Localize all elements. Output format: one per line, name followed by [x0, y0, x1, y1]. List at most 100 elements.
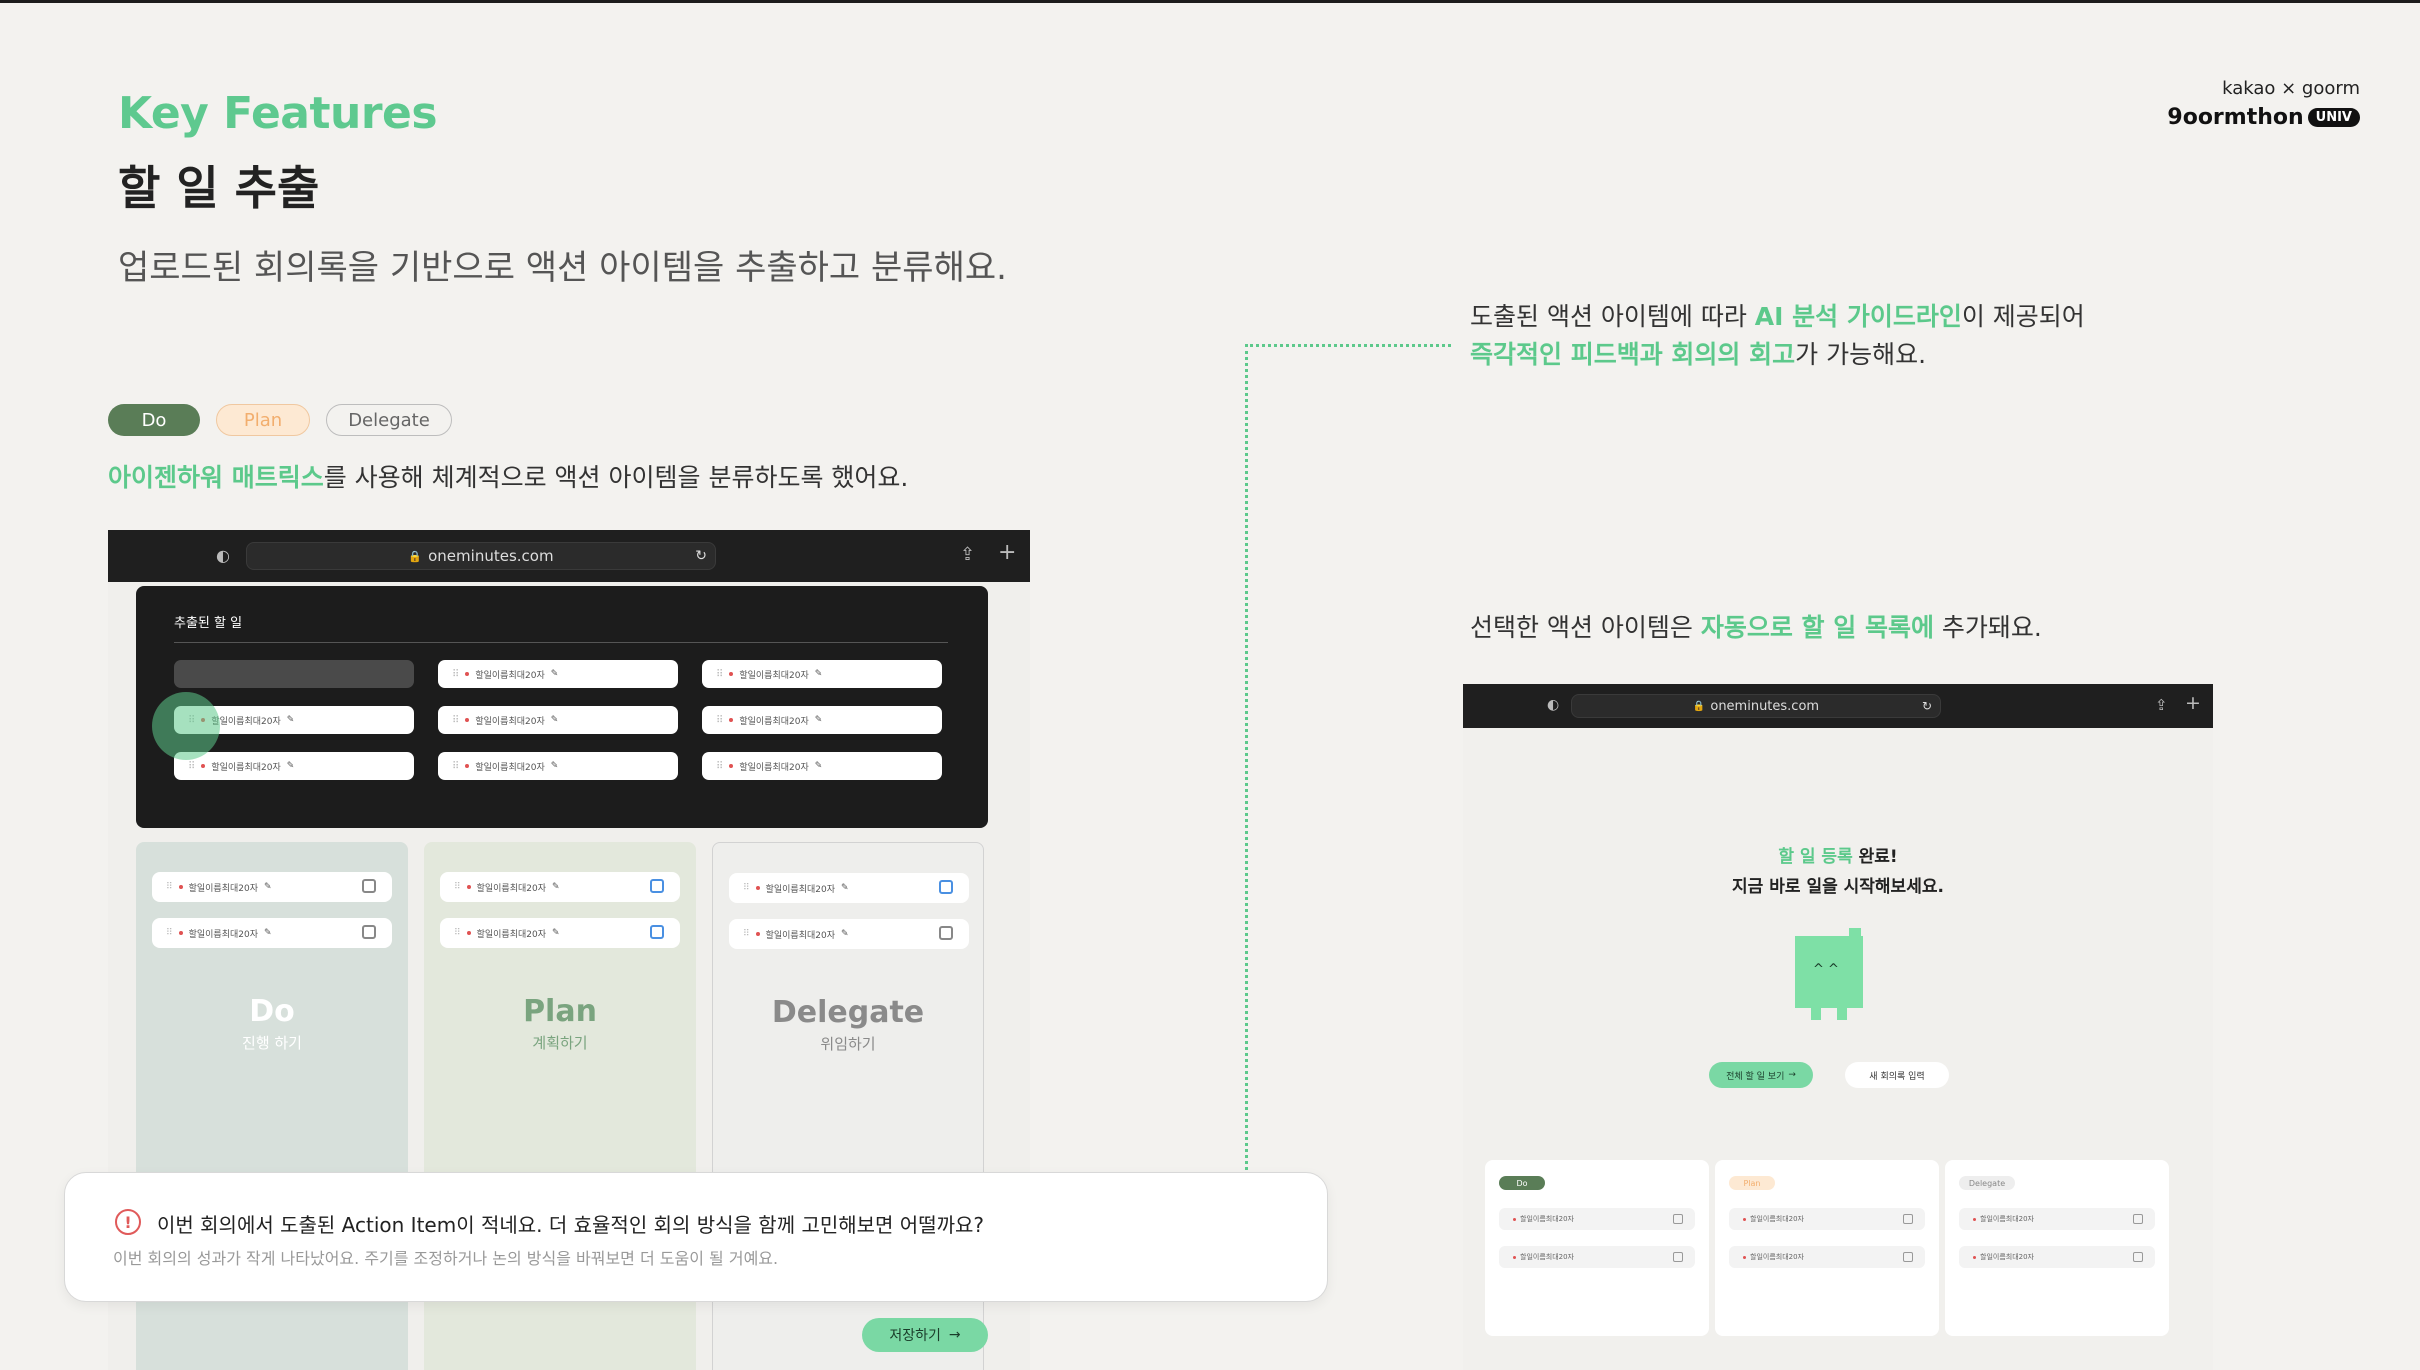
calendar-icon[interactable] [939, 880, 953, 894]
address-bar[interactable]: 🔒 oneminutes.com ↻ [246, 542, 716, 570]
column-task-card[interactable]: ⠿ 할일이름최대20자 ✎ [729, 873, 969, 903]
edit-icon[interactable]: ✎ [815, 761, 823, 771]
save-button[interactable]: 저장하기 → [862, 1318, 988, 1352]
grip-icon[interactable]: ⠿ [454, 882, 461, 892]
grip-icon[interactable]: ⠿ [716, 669, 723, 680]
mini-task-card[interactable]: 할일이름최대20자 [1499, 1246, 1695, 1268]
chip-delegate: Delegate [326, 404, 452, 436]
task-pill[interactable]: ⠿ 할일이름최대20자 ✎ [702, 752, 942, 780]
column-task-card[interactable]: ⠿ 할일이름최대20자 ✎ [729, 919, 969, 949]
mini-task-card[interactable]: 할일이름최대20자 [1959, 1208, 2155, 1230]
calendar-icon[interactable] [362, 925, 376, 939]
task-label: 할일이름최대20자 [211, 716, 281, 727]
grip-icon[interactable]: ⠿ [166, 882, 173, 892]
edit-icon[interactable]: ✎ [552, 882, 560, 892]
grip-icon[interactable]: ⠿ [743, 929, 750, 939]
desc-highlight: 자동으로 할 일 목록에 [1700, 613, 1934, 642]
grip-icon[interactable]: ⠿ [188, 761, 195, 772]
extracted-tasks-panel: 추출된 할 일 ⠿ 할일이름최대20자 ✎ ⠿ 할일이름최대20자 ✎ ⠿ 할일이름최대2… [136, 586, 988, 828]
checkbox[interactable] [2133, 1214, 2143, 1224]
done-heading: 할 일 등록 완료! [1463, 842, 2213, 867]
calendar-icon[interactable] [939, 926, 953, 940]
warning-icon: ! [115, 1209, 141, 1235]
brand-name: 9oormthon [2167, 105, 2304, 130]
calendar-icon[interactable] [362, 879, 376, 893]
priority-dot [178, 885, 183, 889]
new-tab-icon[interactable]: + [2185, 692, 2201, 714]
grip-icon[interactable]: ⠿ [452, 761, 459, 772]
task-pill[interactable]: ⠿ 할일이름최대20자 ✎ [702, 706, 942, 734]
calendar-icon[interactable] [650, 879, 664, 893]
mini-task-card[interactable]: 할일이름최대20자 [1499, 1208, 1695, 1230]
checkbox[interactable] [1673, 1252, 1683, 1262]
shield-icon[interactable]: ◐ [1547, 697, 1559, 713]
column-task-card[interactable]: ⠿ 할일이름최대20자 ✎ [440, 918, 680, 948]
edit-icon[interactable]: ✎ [264, 882, 272, 892]
priority-dot [466, 931, 471, 935]
task-label: 할일이름최대20자 [739, 716, 809, 727]
priority-dot [755, 932, 760, 936]
new-minutes-button[interactable]: 새 회의록 입력 [1845, 1062, 1949, 1088]
checkbox[interactable] [1903, 1252, 1913, 1262]
mascot-face: ^ ^ [1813, 962, 1839, 977]
shield-icon[interactable]: ◐ [216, 546, 230, 565]
drag-placeholder [174, 660, 414, 688]
checkbox[interactable] [1903, 1214, 1913, 1224]
grip-icon[interactable]: ⠿ [452, 669, 459, 680]
task-pill[interactable]: ⠿ 할일이름최대20자 ✎ [174, 752, 414, 780]
mini-task-card[interactable]: 할일이름최대20자 [1959, 1246, 2155, 1268]
reload-icon[interactable]: ↻ [1922, 699, 1932, 713]
grip-icon[interactable]: ⠿ [166, 928, 173, 938]
edit-icon[interactable]: ✎ [551, 761, 559, 771]
calendar-icon[interactable] [650, 925, 664, 939]
edit-icon[interactable]: ✎ [841, 883, 849, 893]
share-icon[interactable]: ⇪ [2155, 696, 2168, 714]
edit-icon[interactable]: ✎ [264, 928, 272, 938]
task-label: 할일이름최대20자 [1750, 1215, 1804, 1223]
task-label: 할일이름최대20자 [1520, 1253, 1574, 1261]
task-label: 할일이름최대20자 [739, 670, 809, 681]
task-label: 할일이름최대20자 [475, 762, 545, 773]
brand-line2: 9oormthon UNIV [2167, 105, 2360, 130]
grip-icon[interactable]: ⠿ [454, 928, 461, 938]
edit-icon[interactable]: ✎ [815, 669, 823, 679]
column-title: Do [249, 994, 295, 1029]
page-title: 할 일 추출 [118, 161, 320, 215]
view-all-tasks-button[interactable]: 전체 할 일 보기 → [1709, 1062, 1813, 1088]
task-pill[interactable]: ⠿ 할일이름최대20자 ✎ [438, 752, 678, 780]
task-pill[interactable]: ⠿ 할일이름최대20자 ✎ [438, 660, 678, 688]
new-tab-icon[interactable]: + [998, 540, 1016, 565]
category-chips: Do Plan Delegate [108, 404, 452, 436]
edit-icon[interactable]: ✎ [551, 715, 559, 725]
priority-dot [465, 718, 470, 722]
checkbox[interactable] [1673, 1214, 1683, 1224]
column-task-card[interactable]: ⠿ 할일이름최대20자 ✎ [152, 872, 392, 902]
priority-dot [1743, 1255, 1746, 1259]
edit-icon[interactable]: ✎ [552, 928, 560, 938]
mini-task-card[interactable]: 할일이름최대20자 [1729, 1246, 1925, 1268]
mascot-leg [1811, 1008, 1821, 1020]
checkbox[interactable] [2133, 1252, 2143, 1262]
share-icon[interactable]: ⇪ [960, 544, 975, 565]
edit-icon[interactable]: ✎ [287, 761, 295, 771]
grip-icon[interactable]: ⠿ [452, 715, 459, 726]
grip-icon[interactable]: ⠿ [716, 761, 723, 772]
arrow-right-icon: → [948, 1327, 961, 1343]
ai-guideline-description: 도출된 액션 아이템에 따라 AI 분석 가이드라인이 제공되어 즉각적인 피드… [1470, 298, 2085, 374]
address-bar[interactable]: 🔒 oneminutes.com ↻ [1571, 694, 1941, 718]
chip-plan: Plan [216, 404, 310, 436]
grip-icon[interactable]: ⠿ [716, 715, 723, 726]
edit-icon[interactable]: ✎ [815, 715, 823, 725]
priority-dot [465, 672, 470, 676]
edit-icon[interactable]: ✎ [287, 715, 295, 725]
task-label: 할일이름최대20자 [476, 883, 547, 894]
edit-icon[interactable]: ✎ [551, 669, 559, 679]
column-task-card[interactable]: ⠿ 할일이름최대20자 ✎ [440, 872, 680, 902]
task-pill[interactable]: ⠿ 할일이름최대20자 ✎ [438, 706, 678, 734]
mini-task-card[interactable]: 할일이름최대20자 [1729, 1208, 1925, 1230]
reload-icon[interactable]: ↻ [695, 548, 707, 564]
grip-icon[interactable]: ⠿ [743, 883, 750, 893]
task-pill[interactable]: ⠿ 할일이름최대20자 ✎ [702, 660, 942, 688]
edit-icon[interactable]: ✎ [841, 929, 849, 939]
column-task-card[interactable]: ⠿ 할일이름최대20자 ✎ [152, 918, 392, 948]
